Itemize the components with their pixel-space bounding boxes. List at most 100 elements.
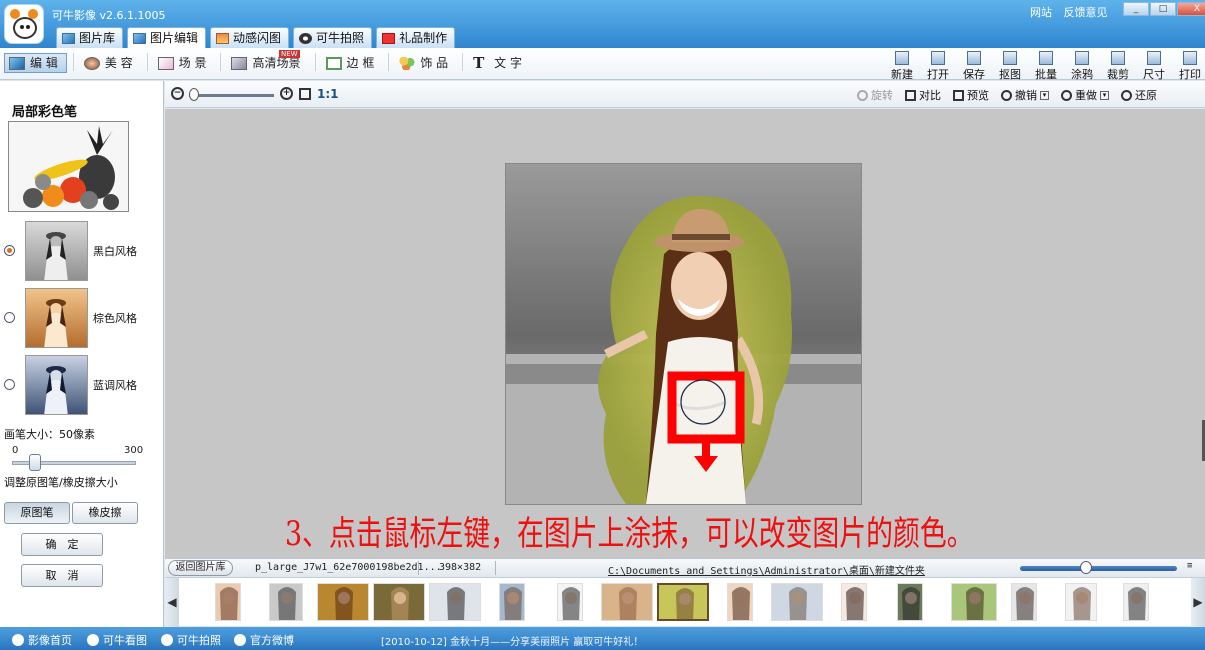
subtab-frame[interactable]: 边 框 bbox=[322, 53, 383, 73]
crop-button[interactable]: 裁剪 bbox=[1100, 50, 1136, 82]
style-radio-sepia[interactable] bbox=[4, 312, 15, 323]
thumbnail-item[interactable] bbox=[771, 583, 823, 621]
divider bbox=[462, 53, 464, 71]
thumbnail-item[interactable] bbox=[601, 583, 653, 621]
feedback-link[interactable]: 反馈意见 bbox=[1064, 6, 1108, 19]
panel-title: 局部彩色笔 bbox=[12, 105, 78, 120]
scene-icon bbox=[157, 56, 174, 70]
slider-max-label: 300 bbox=[124, 445, 144, 456]
cutout-icon bbox=[1003, 51, 1017, 65]
thumbnail-item[interactable] bbox=[1123, 583, 1149, 621]
thumbnail-item[interactable] bbox=[373, 583, 425, 621]
original-brush-button[interactable]: 原图笔 bbox=[4, 502, 70, 524]
tab-photo-edit[interactable]: 图片编辑 bbox=[127, 27, 207, 48]
batch-button[interactable]: 批量 bbox=[1028, 50, 1064, 82]
weibo-link[interactable]: 官方微博 bbox=[234, 632, 294, 648]
thumbnail-item[interactable] bbox=[215, 583, 241, 621]
file-path-link[interactable]: C:\Documents and Settings\Administrator\… bbox=[608, 562, 925, 577]
redo-button[interactable]: 重做 ▾ bbox=[1061, 87, 1109, 103]
cow-logo-icon bbox=[12, 634, 24, 646]
gift-icon bbox=[382, 32, 396, 44]
thumbnail-item[interactable] bbox=[1065, 583, 1097, 621]
bottom-bar: 影像首页 可牛看图 可牛拍照 官方微博 [2010-10-12] 金秋十月——分… bbox=[0, 627, 1205, 650]
zoom-slider-handle[interactable] bbox=[189, 88, 199, 101]
new-button[interactable]: 新建 bbox=[884, 50, 920, 82]
cutout-button[interactable]: 抠图 bbox=[992, 50, 1028, 82]
style-option-sepia[interactable]: 棕色风格 bbox=[4, 288, 154, 350]
filmstrip-menu-icon[interactable]: ≡ bbox=[1187, 562, 1199, 573]
thumbnail-size-slider-handle[interactable] bbox=[1080, 561, 1092, 574]
style-radio-blue[interactable] bbox=[4, 379, 15, 390]
open-button[interactable]: 打开 bbox=[920, 50, 956, 82]
zoom-in-icon[interactable]: + bbox=[280, 87, 293, 100]
thumbnail-item[interactable] bbox=[269, 583, 303, 621]
restore-button[interactable]: 还原 bbox=[1121, 87, 1157, 103]
thumbnail-item[interactable] bbox=[897, 583, 923, 621]
fit-to-window-icon[interactable] bbox=[299, 88, 311, 100]
brush-size-slider-handle[interactable] bbox=[29, 454, 41, 471]
eraser-button[interactable]: 橡皮擦 bbox=[72, 502, 138, 524]
actual-size-button[interactable]: 1:1 bbox=[317, 87, 339, 101]
camera-link[interactable]: 可牛拍照 bbox=[161, 632, 221, 648]
zoom-out-icon[interactable]: − bbox=[171, 87, 184, 100]
back-to-library-button[interactable]: 返回图片库 bbox=[168, 560, 233, 576]
rotate-button[interactable]: 旋转 bbox=[857, 87, 893, 103]
news-ticker[interactable]: [2010-10-12] 金秋十月——分享美丽照片 赢取可牛好礼！ bbox=[381, 633, 643, 648]
viewer-link[interactable]: 可牛看图 bbox=[87, 632, 147, 648]
subtab-scene[interactable]: 场 景 bbox=[154, 53, 215, 73]
compare-button[interactable]: 对比 bbox=[905, 87, 941, 103]
editing-canvas[interactable]: 3、点击鼠标左键，在图片上涂抹，可以改变图片的颜色。 bbox=[165, 109, 1205, 558]
preview-button[interactable]: 预览 bbox=[953, 87, 989, 103]
undo-button[interactable]: 撤销 ▾ bbox=[1001, 87, 1049, 103]
home-link[interactable]: 影像首页 bbox=[12, 632, 72, 648]
minimize-button[interactable]: _ bbox=[1123, 2, 1149, 16]
doodle-brush-icon bbox=[1075, 51, 1089, 65]
subtab-decoration[interactable]: 饰 品 bbox=[395, 53, 456, 73]
scroll-right-icon[interactable]: ▶ bbox=[1191, 578, 1205, 627]
thumbnail-item[interactable] bbox=[841, 583, 867, 621]
print-button[interactable]: 打印 bbox=[1172, 50, 1205, 82]
thumbnail-item[interactable] bbox=[557, 583, 583, 621]
divider bbox=[220, 53, 222, 71]
window-title: 可牛影像 v2.6.1.1005 bbox=[52, 9, 166, 22]
resize-button[interactable]: 尺寸 bbox=[1136, 50, 1172, 82]
tab-animated-gif[interactable]: 动感闪图 bbox=[210, 27, 290, 48]
camera-icon bbox=[299, 32, 313, 44]
subtab-text[interactable]: T文 字 bbox=[469, 53, 530, 73]
decoration-icon bbox=[399, 56, 416, 70]
divider bbox=[495, 561, 496, 575]
edited-photo[interactable] bbox=[506, 164, 861, 504]
thumbnail-item[interactable] bbox=[317, 583, 369, 621]
tab-camera[interactable]: 可牛拍照 bbox=[293, 27, 373, 48]
style-label: 蓝调风格 bbox=[93, 379, 137, 392]
zoom-slider[interactable] bbox=[189, 94, 274, 97]
tab-gift[interactable]: 礼品制作 bbox=[376, 27, 456, 48]
style-option-bw[interactable]: 黑白风格 bbox=[4, 221, 154, 283]
maximize-button[interactable]: □ bbox=[1150, 2, 1176, 16]
thumbnail-size-slider[interactable] bbox=[1020, 566, 1177, 571]
style-radio-bw[interactable] bbox=[4, 245, 15, 256]
website-link[interactable]: 网站 bbox=[1030, 6, 1052, 19]
cancel-button[interactable]: 取 消 bbox=[21, 564, 103, 587]
close-button[interactable]: X bbox=[1177, 2, 1205, 16]
subtab-edit[interactable]: 编 辑 bbox=[4, 53, 67, 73]
confirm-button[interactable]: 确 定 bbox=[21, 533, 103, 556]
hd-scene-icon bbox=[231, 56, 248, 70]
thumbnail-item[interactable] bbox=[499, 583, 525, 621]
doodle-button[interactable]: 涂鸦 bbox=[1064, 50, 1100, 82]
chevron-down-icon[interactable]: ▾ bbox=[1100, 90, 1109, 100]
thumbnail-item[interactable] bbox=[429, 583, 481, 621]
brush-size-label: 画笔大小：50像素 bbox=[4, 428, 95, 441]
thumbnail-item[interactable] bbox=[657, 583, 709, 621]
animated-gif-icon bbox=[216, 32, 230, 44]
chevron-down-icon[interactable]: ▾ bbox=[1040, 90, 1049, 100]
thumbnail-item[interactable] bbox=[951, 583, 997, 621]
thumbnail-item[interactable] bbox=[727, 583, 753, 621]
thumbnail-item[interactable] bbox=[1011, 583, 1037, 621]
tab-photo-library[interactable]: 图片库 bbox=[56, 27, 124, 48]
scroll-left-icon[interactable]: ◀ bbox=[165, 578, 179, 627]
save-button[interactable]: 保存 bbox=[956, 50, 992, 82]
subtab-beauty[interactable]: 美 容 bbox=[80, 53, 141, 73]
style-option-blue[interactable]: 蓝调风格 bbox=[4, 355, 154, 417]
top-links: 网站 反馈意见 bbox=[1030, 4, 1116, 20]
